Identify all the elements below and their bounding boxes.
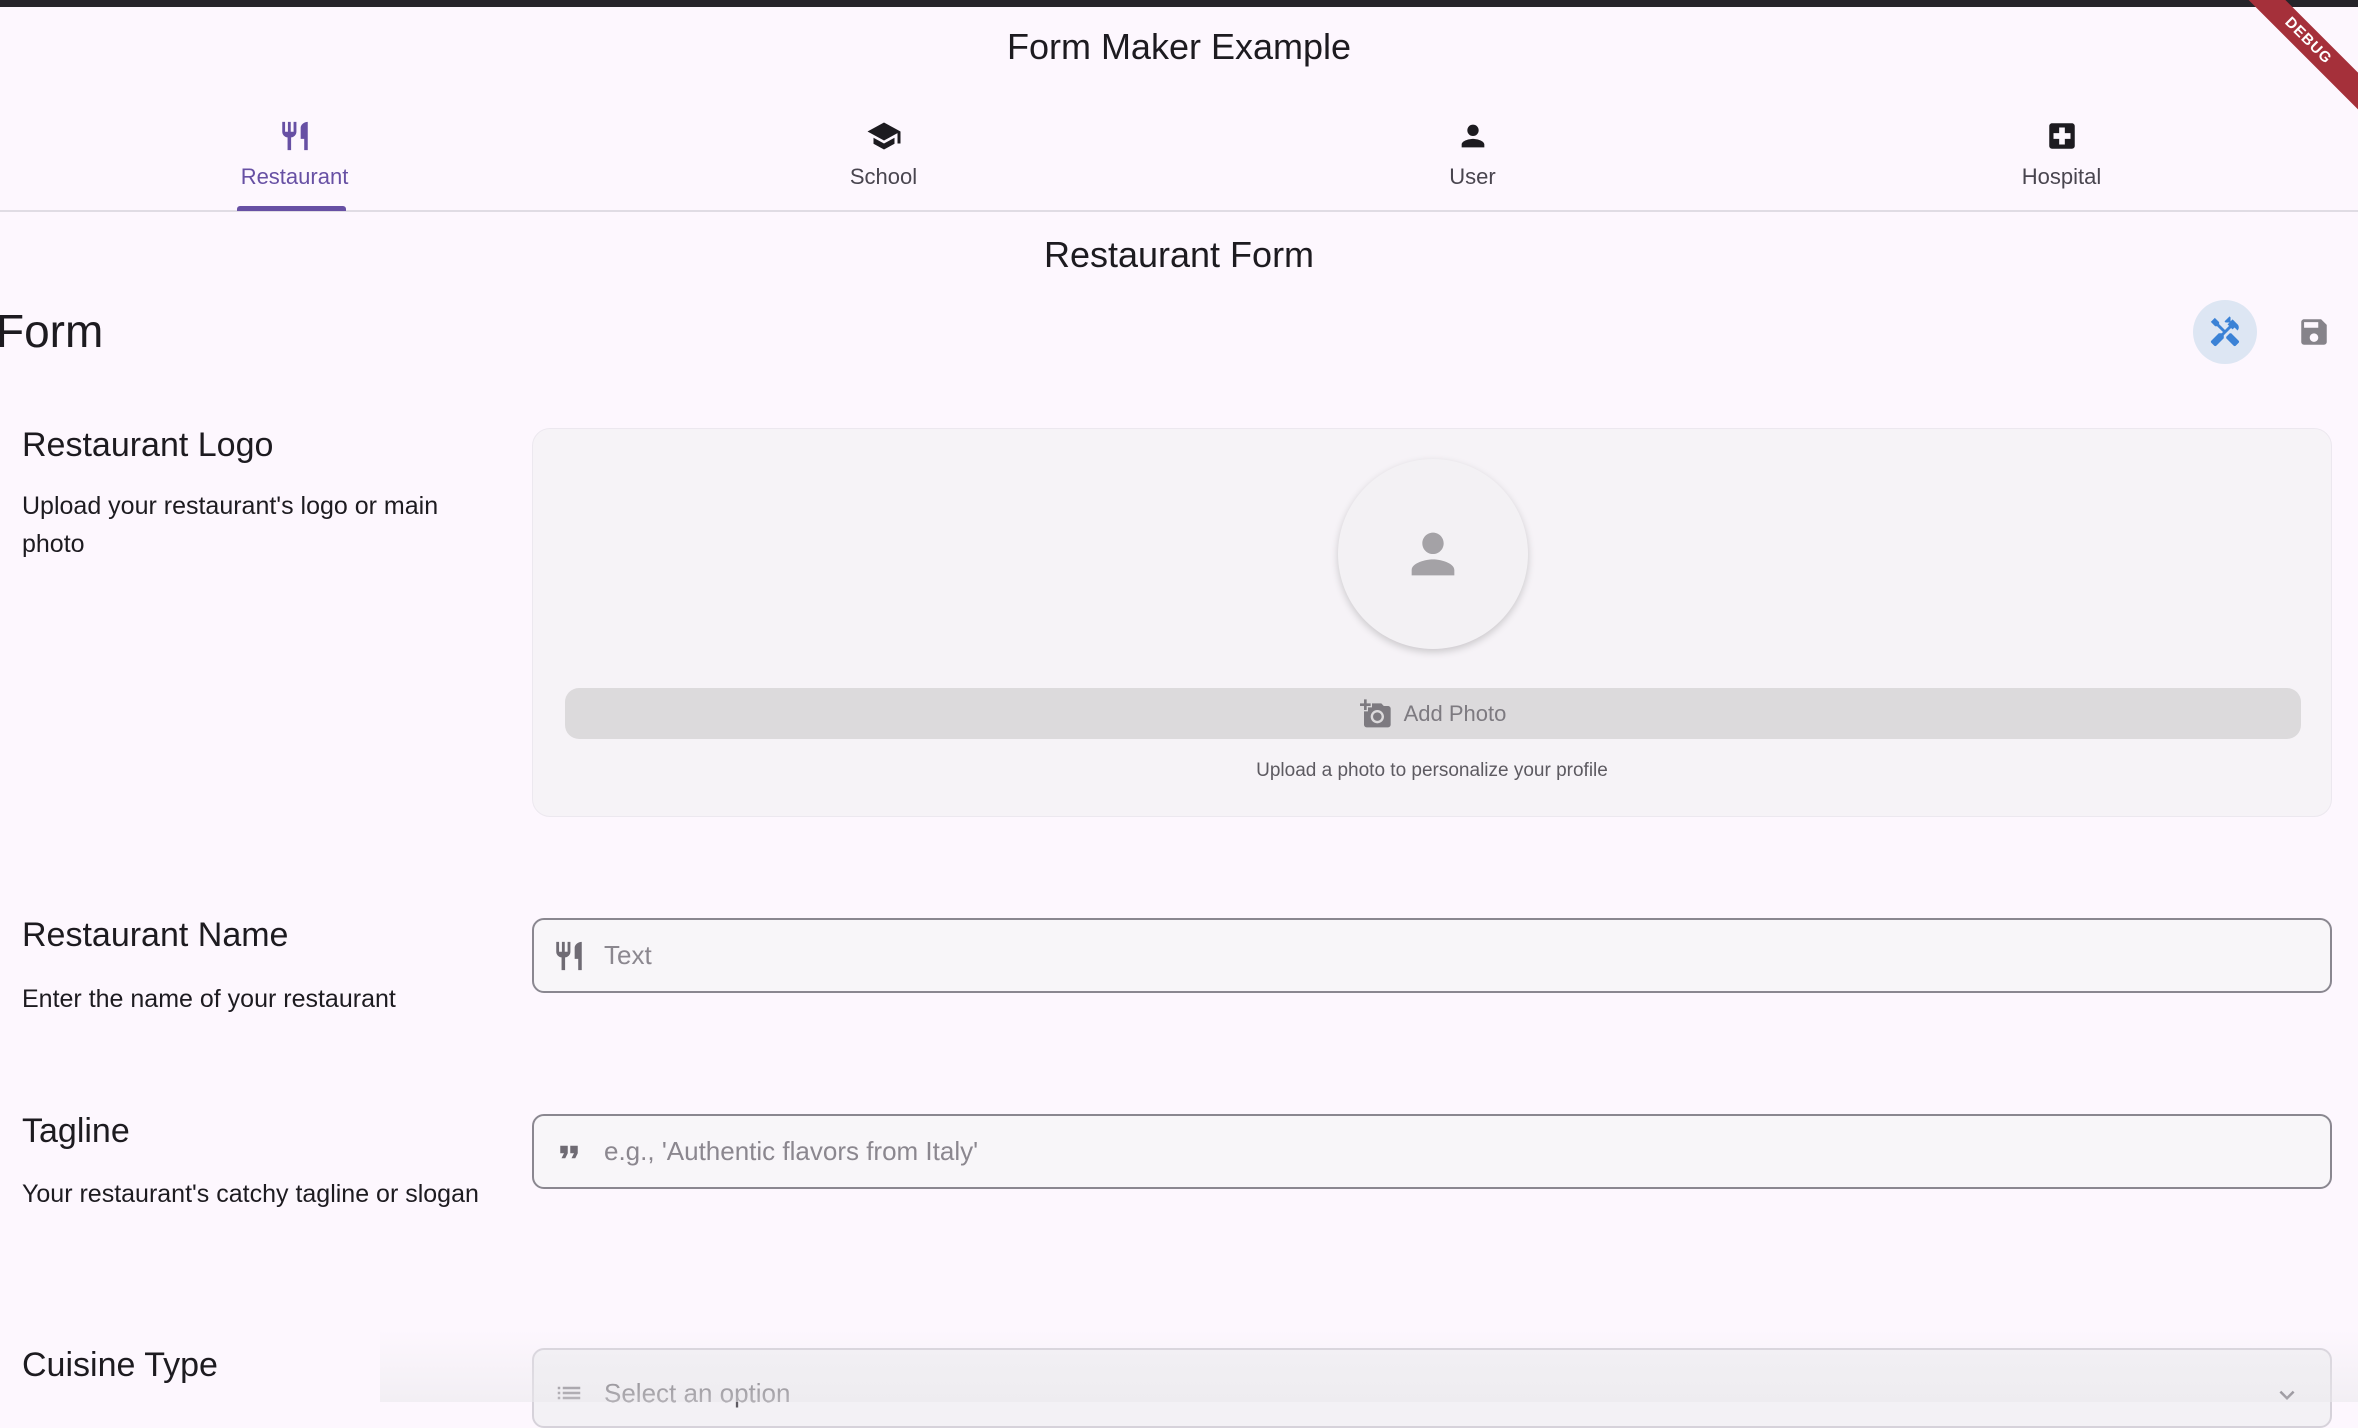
active-tab-indicator [237,206,346,211]
tagline-label: Tagline [22,1112,130,1150]
restaurant-icon [278,116,312,156]
input-placeholder: Text [604,940,652,970]
tab-bar: Restaurant School User Hospital [0,106,2358,212]
tab-label: Restaurant [240,164,349,189]
add-a-photo-icon [1359,698,1391,727]
logo-description: Upload your restaurant's logo or main ph… [22,492,439,558]
tab-user[interactable]: User [1178,106,1767,210]
cuisine-type-select[interactable]: Select an option [532,1348,2332,1428]
add-photo-label: Add Photo [1403,700,1507,726]
logo-label: Restaurant Logo [22,426,274,464]
restaurant-icon [534,939,604,973]
school-icon [866,116,902,156]
save-icon [2301,319,2327,345]
avatar-placeholder[interactable] [1338,459,1528,649]
form-title: Restaurant Form [1043,234,1315,275]
design-tools-button[interactable] [2193,300,2257,364]
tab-label: School [849,164,918,189]
person-icon [1411,532,1455,576]
person-icon [1456,116,1490,156]
cuisine-label: Cuisine Type [22,1346,218,1384]
input-placeholder: e.g., 'Authentic flavors from Italy' [604,1136,979,1166]
name-description: Enter the name of your restaurant [22,985,396,1013]
save-button[interactable] [2282,300,2346,364]
hospital-icon [2045,116,2079,156]
section-heading: Form [0,305,104,357]
app-title: Form Maker Example [1006,26,1352,67]
list-icon [534,1378,604,1408]
restaurant-name-input[interactable]: Text [532,918,2332,993]
tab-hospital[interactable]: Hospital [1767,106,2356,210]
tab-label: User [1449,164,1496,189]
tab-school[interactable]: School [589,106,1178,210]
select-placeholder: Select an option [604,1377,791,1408]
chevron-down-icon [2279,1390,2295,1400]
name-label: Restaurant Name [22,916,289,954]
quote-icon [534,1137,604,1167]
photo-hint: Upload a photo to personalize your profi… [1256,760,1608,781]
tab-label: Hospital [2021,164,2102,189]
design-tools-icon [2210,316,2240,347]
window-top-bar [0,0,2358,7]
add-photo-button[interactable]: Add Photo [565,688,2301,739]
tab-restaurant[interactable]: Restaurant [0,106,589,210]
tagline-description: Your restaurant's catchy tagline or slog… [22,1180,479,1208]
tagline-input[interactable]: e.g., 'Authentic flavors from Italy' [532,1114,2332,1189]
photo-upload-card: Add Photo Upload a photo to personalize … [532,428,2332,817]
